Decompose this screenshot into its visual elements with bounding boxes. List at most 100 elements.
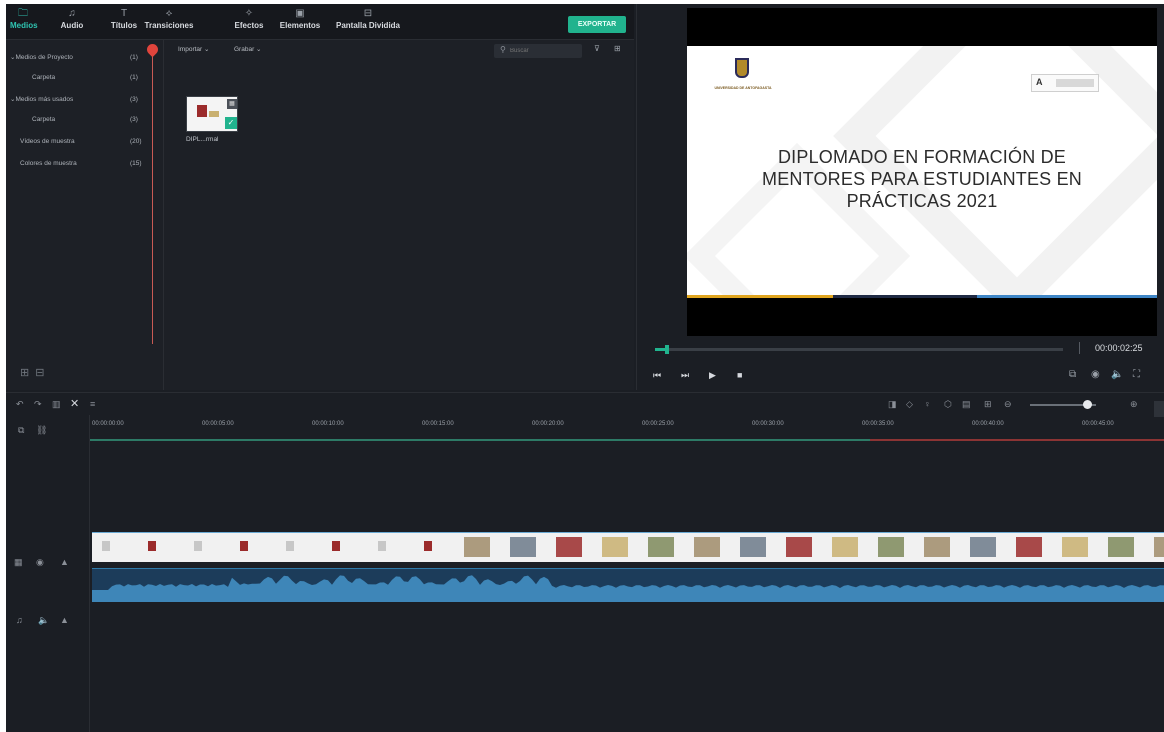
add-track-icon[interactable]: ⧉ — [18, 425, 24, 436]
tab-elementos[interactable]: ▣ Elementos — [278, 7, 322, 39]
track-headers: ⧉ ⛓ ▦ ◉ ▲ ♫ 🔈 ▲ — [6, 415, 90, 732]
cut-icon[interactable]: ✕ — [70, 397, 79, 410]
zoom-out-icon[interactable]: ⊖ — [1004, 399, 1012, 410]
video-frame-thumbnail — [418, 537, 444, 557]
new-folder-icon[interactable]: ⊞ — [20, 367, 35, 379]
folder-icon: 🗀 — [18, 8, 28, 19]
audio-clip[interactable] — [92, 568, 1164, 602]
folder-medios-mas-usados[interactable]: ⌄Medios más usados (3) — [6, 92, 156, 108]
folder-actions: ⊞⊟ — [20, 366, 50, 379]
timecode-divider — [1079, 342, 1080, 354]
video-clip[interactable] — [92, 532, 1164, 562]
audio-waveform — [92, 575, 1164, 602]
mute-icon[interactable]: 🔈 — [38, 615, 49, 626]
accreditation-logo-letter: A — [1036, 77, 1043, 87]
display-settings-icon[interactable]: ⧉ — [1069, 369, 1076, 380]
step-forward-icon[interactable]: ⏭ — [681, 370, 689, 381]
stop-icon[interactable]: ■ — [737, 370, 742, 380]
grid-view-icon[interactable]: ⊞ — [614, 44, 621, 53]
lock-icon[interactable]: ▲ — [60, 557, 69, 567]
fullscreen-icon[interactable]: ⛶ — [1133, 369, 1140, 380]
media-topbar: Importar ⌄ Grabar ⌄ ⚲ ⊽ ⊞ — [166, 40, 634, 62]
folder-name: Colores de muestra — [20, 160, 77, 167]
folder-name: ⌄Medios de Proyecto — [10, 54, 73, 61]
media-thumbnail[interactable]: ▦ ✓ — [186, 96, 238, 132]
video-frame-thumbnail — [510, 537, 536, 557]
redo-icon[interactable]: ↷ — [34, 399, 42, 410]
filter-icon[interactable]: ⊽ — [594, 44, 600, 53]
search-icon: ⚲ — [500, 45, 506, 54]
ruler-tick-label: 00:00:35:00 — [862, 421, 894, 427]
voiceover-icon[interactable]: ⬡ — [944, 399, 952, 410]
folder-count: (3) — [130, 116, 138, 123]
preview-progress-handle[interactable] — [665, 345, 670, 354]
slide-accent-line-blue — [977, 295, 1157, 298]
delete-folder-icon[interactable]: ⊟ — [35, 367, 50, 379]
ruler-tick-label: 00:00:20:00 — [532, 421, 564, 427]
preview-canvas[interactable]: UNIVERSIDAD DE ANTOFAGASTA A DIPLOMADO E… — [687, 8, 1157, 336]
undo-icon[interactable]: ↶ — [16, 399, 24, 410]
folder-medios-de-proyecto[interactable]: ⌄Medios de Proyecto (1) — [6, 50, 156, 66]
marker-icon[interactable]: ◇ — [906, 399, 913, 410]
zoom-in-icon[interactable]: ⊕ — [1130, 399, 1138, 410]
video-frame-thumbnail — [188, 537, 214, 557]
video-frame-thumbnail — [142, 537, 168, 557]
tab-efectos[interactable]: ✧ Efectos — [232, 7, 266, 39]
play-icon[interactable]: ▶ — [709, 370, 716, 381]
record-dropdown[interactable]: Grabar ⌄ — [234, 45, 262, 53]
link-icon[interactable]: ⛓ — [36, 425, 47, 436]
folder-videos-de-muestra[interactable]: Vídeos de muestra (20) — [6, 134, 156, 150]
tab-titulos[interactable]: T Títulos — [110, 7, 138, 39]
tab-medios[interactable]: 🗀 Medios — [10, 7, 38, 39]
volume-icon[interactable]: 🔈 — [1111, 369, 1123, 380]
render-bar-unrendered — [870, 439, 1164, 441]
preview-progress-bar[interactable] — [655, 345, 1063, 354]
tab-label: Efectos — [234, 21, 264, 30]
lock-icon[interactable]: ▲ — [60, 615, 69, 625]
export-button[interactable]: EXPORTAR — [568, 16, 626, 33]
snapshot-icon[interactable]: ◉ — [1091, 369, 1100, 380]
media-item[interactable]: ▦ ✓ DIPL...rmal — [186, 96, 242, 160]
visibility-icon[interactable]: ◉ — [36, 557, 44, 568]
slide-title: DIPLOMADO EN FORMACIÓN DE MENTORES PARA … — [707, 146, 1137, 212]
folder-carpeta-usados[interactable]: Carpeta (3) — [6, 112, 156, 128]
slide-frame: UNIVERSIDAD DE ANTOFAGASTA A DIPLOMADO E… — [687, 46, 1157, 298]
accreditation-logo: A — [1031, 74, 1099, 92]
zoom-slider-handle[interactable] — [1083, 400, 1092, 409]
folder-tree: ⌄Medios de Proyecto (1) Carpeta (1) ⌄Med… — [6, 40, 164, 390]
tab-label: Elementos — [279, 21, 321, 30]
folder-name: Carpeta — [32, 116, 56, 123]
folder-colores-de-muestra[interactable]: Colores de muestra (15) — [6, 156, 156, 172]
search-input[interactable] — [510, 45, 578, 57]
playhead-line[interactable] — [152, 48, 153, 344]
video-frame-thumbnail — [556, 537, 582, 557]
frame-graphic — [378, 541, 386, 551]
render-icon[interactable]: ◨ — [888, 399, 897, 410]
import-dropdown[interactable]: Importar ⌄ — [178, 45, 209, 53]
delete-icon[interactable]: ▥ — [52, 399, 61, 410]
folder-carpeta-proyecto[interactable]: Carpeta (1) — [6, 70, 156, 86]
tab-label: Audio — [60, 21, 84, 30]
tab-audio[interactable]: ♫ Audio — [60, 7, 84, 39]
video-frame-thumbnail — [648, 537, 674, 557]
snapshot-icon[interactable]: ▤ — [962, 399, 971, 410]
search-box[interactable]: ⚲ — [494, 44, 582, 58]
microphone-icon[interactable]: ♀ — [924, 399, 931, 409]
step-back-icon[interactable]: ⏮ — [653, 370, 661, 381]
render-bar-rendered — [90, 439, 870, 441]
ruler-tick-label: 00:00:10:00 — [312, 421, 344, 427]
ruler-tick-label: 00:00:00:00 — [92, 421, 124, 427]
thumbnail-logo — [197, 105, 207, 117]
tab-pantalla-dividida[interactable]: ⊟ Pantalla Dividida — [324, 7, 412, 39]
effects-icon: ✧ — [244, 8, 254, 19]
tab-transiciones[interactable]: ⟡ Transiciones — [142, 7, 196, 39]
video-frame-thumbnail — [326, 537, 352, 557]
adjust-icon[interactable]: ≡ — [90, 399, 95, 409]
subtitle-icon[interactable]: ⊞ — [984, 399, 992, 410]
split-screen-icon: ⊟ — [363, 8, 373, 19]
preview-panel: UNIVERSIDAD DE ANTOFAGASTA A DIPLOMADO E… — [636, 4, 1164, 390]
timeline-ruler[interactable]: 00:00:00:00 00:00:05:00 00:00:10:00 00:0… — [90, 415, 1164, 443]
frame-graphic — [424, 541, 432, 551]
media-library-panel: 🗀 Medios ♫ Audio T Títulos ⟡ Transicione… — [6, 4, 634, 390]
elements-icon: ▣ — [295, 8, 305, 19]
